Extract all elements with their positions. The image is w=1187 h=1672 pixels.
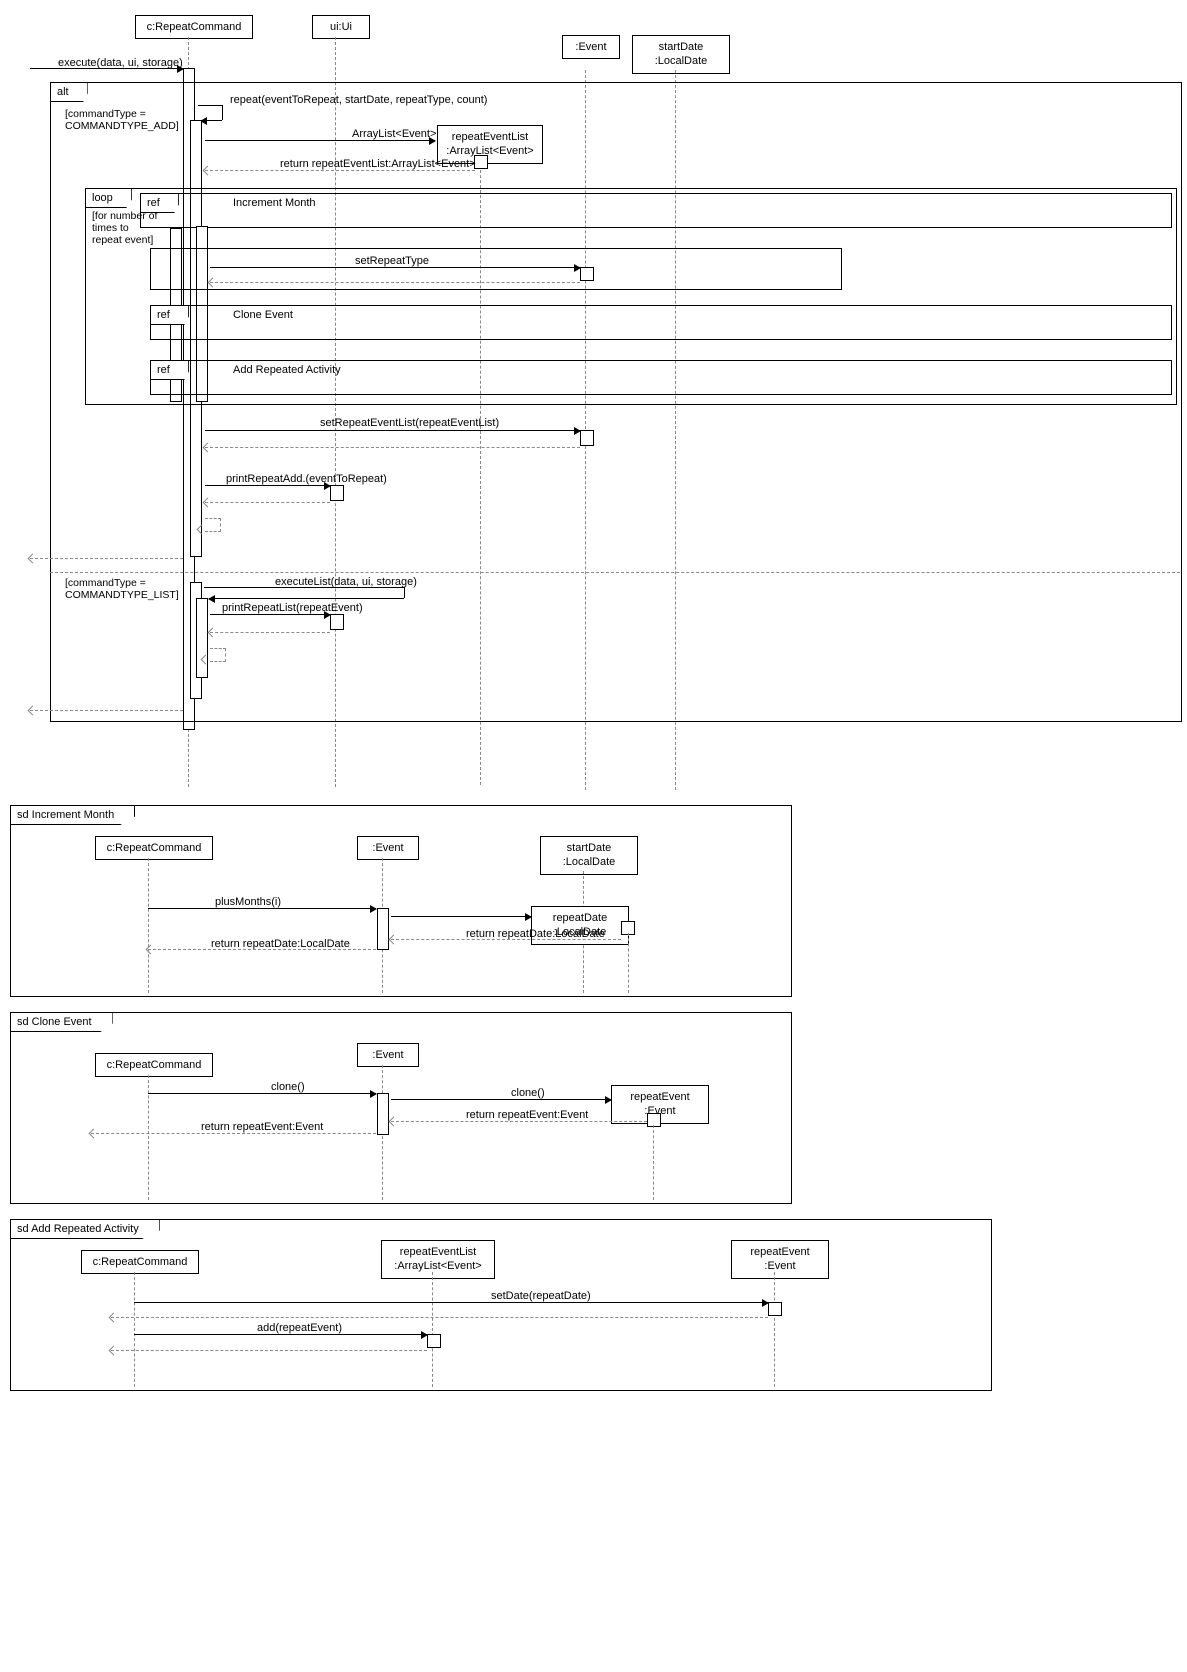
sd2-arrow-clone: [148, 1093, 376, 1094]
sd2-box-re: [647, 1113, 661, 1127]
participant-startdate: startDate :LocalDate: [632, 35, 730, 74]
line-repeat1: [198, 105, 222, 106]
sd1-arrow-plusmonths: [148, 908, 376, 909]
ref-clone-event: Clone Event: [233, 309, 293, 321]
self-return-list: [210, 648, 226, 662]
box-print-repeat-list: [330, 614, 344, 630]
sd1-return-repeatdate1: [391, 939, 621, 940]
msg-print-repeat-list: printRepeatList(repeatEvent): [222, 602, 363, 614]
box-arraylist-create: [474, 155, 488, 169]
sd2-msg-clone2: clone(): [511, 1087, 545, 1099]
sd1-return-repeatdate2: [148, 949, 376, 950]
label-loop: loop: [86, 189, 132, 208]
sd2-ll-re: [653, 1125, 654, 1200]
guard-add: [commandType = COMMANDTYPE_ADD]: [65, 108, 179, 132]
sd-title-add: sd Add Repeated Activity: [11, 1220, 160, 1239]
sd1-msg-plusmonths: plusMonths(i): [215, 896, 281, 908]
frame-ref-increment: ref Increment Month: [140, 193, 1172, 228]
sd3-msg-setdate: setDate(repeatDate): [491, 1290, 591, 1302]
sd3-repeateventlist: repeatEventList :ArrayList<Event>: [381, 1240, 495, 1279]
sd1-ll-repeatdate: [628, 933, 629, 993]
sd-increment-month: sd Increment Month c:RepeatCommand :Even…: [10, 805, 792, 997]
msg-print-repeat-add: printRepeatAdd.(eventToRepeat): [226, 473, 387, 485]
sd3-return-setdate: [111, 1317, 768, 1318]
sd1-act-event: [377, 908, 389, 950]
return-execute-list: [30, 710, 183, 711]
return-print-repeat-add: [205, 502, 330, 503]
sd2-arrow-clone2: [391, 1099, 611, 1100]
sd1-ll-cmd: [148, 858, 149, 993]
sd3-arrow-add: [134, 1334, 427, 1335]
arrow-arraylist-ctor: [205, 140, 435, 141]
sd-clone-event: sd Clone Event c:RepeatCommand :Event cl…: [10, 1012, 792, 1204]
ref-add-repeated: Add Repeated Activity: [233, 364, 341, 376]
box-set-repeateventlist: [580, 430, 594, 446]
sd3-return-add: [111, 1350, 427, 1351]
msg-return-repeateventlist: return repeatEventList:ArrayList<Event>: [280, 158, 476, 170]
sd1-repeatcmd: c:RepeatCommand: [95, 836, 213, 860]
sd-title-increment: sd Increment Month: [11, 806, 135, 825]
sd3-box-add: [427, 1334, 441, 1348]
arrow-print-repeat-add: [205, 485, 330, 486]
frame-set-repeat-type: [150, 248, 842, 290]
sd1-arrow-tostart: [391, 916, 531, 917]
sd3-box-setdate: [768, 1302, 782, 1316]
alt-divider: [50, 572, 1180, 573]
return-execute-add: [30, 558, 183, 559]
ref-increment-month: Increment Month: [233, 197, 316, 209]
arrow-return-repeateventlist: [205, 170, 475, 171]
sd3-arrow-setdate: [134, 1302, 768, 1303]
sd3-msg-add: add(repeatEvent): [257, 1322, 342, 1334]
activation-exec-list: [196, 598, 208, 678]
label-ref3: ref: [151, 361, 189, 380]
main-sequence-diagram: c:RepeatCommand ui:Ui :Event startDate :…: [10, 10, 1187, 790]
sd2-repeatcmd: c:RepeatCommand: [95, 1053, 213, 1077]
sd1-event: :Event: [357, 836, 419, 860]
frame-ref-add: ref Add Repeated Activity: [150, 360, 1172, 395]
sd3-ll-re: [774, 1272, 775, 1387]
arrow-setrepeattype: [210, 267, 580, 268]
sd3-ll-cmd: [134, 1272, 135, 1387]
participant-ui: ui:Ui: [312, 15, 370, 39]
sd2-event: :Event: [357, 1043, 419, 1067]
sd2-msg-return-re: return repeatEvent:Event: [466, 1109, 588, 1121]
line-exec-list2: [209, 598, 404, 599]
return-print-repeat-list: [210, 632, 330, 633]
sd2-return-re2: [91, 1133, 376, 1134]
box-setrepeattype: [580, 267, 594, 281]
sd2-act-event: [377, 1093, 389, 1135]
arrow-execute: [30, 68, 183, 69]
self-return-repeat: [205, 518, 221, 532]
arrow-set-repeateventlist: [205, 430, 580, 431]
msg-setrepeattype: setRepeatType: [355, 255, 429, 267]
arrow-print-repeat-list: [210, 614, 330, 615]
sd2-msg-clone: clone(): [271, 1081, 305, 1093]
msg-set-repeateventlist: setRepeatEventList(repeatEventList): [320, 417, 499, 429]
guard-list: [commandType = COMMANDTYPE_LIST]: [65, 577, 179, 601]
sd2-msg-return-re2: return repeatEvent:Event: [201, 1121, 323, 1133]
label-alt: alt: [51, 83, 88, 102]
label-ref2: ref: [151, 306, 189, 325]
sd-add-repeated-activity: sd Add Repeated Activity c:RepeatCommand…: [10, 1219, 992, 1391]
msg-repeat: repeat(eventToRepeat, startDate, repeatT…: [230, 94, 487, 106]
return-set-repeateventlist: [205, 447, 580, 448]
sd2-return-re1: [391, 1121, 647, 1122]
box-print-repeat-add: [330, 485, 344, 501]
participant-event: :Event: [562, 35, 620, 59]
sd3-repeatcmd: c:RepeatCommand: [81, 1250, 199, 1274]
return-setrepeattype: [210, 282, 580, 283]
sd-title-clone: sd Clone Event: [11, 1013, 113, 1032]
sd1-startdate: startDate :LocalDate: [540, 836, 638, 875]
participant-repeatcommand: c:RepeatCommand: [135, 15, 253, 39]
frame-ref-clone: ref Clone Event: [150, 305, 1172, 340]
sd3-ll-rel: [432, 1272, 433, 1387]
line-exec-list1: [204, 587, 404, 588]
line-repeat2: [201, 120, 222, 121]
label-ref1: ref: [141, 194, 179, 213]
sd3-repeatevent: repeatEvent :Event: [731, 1240, 829, 1279]
